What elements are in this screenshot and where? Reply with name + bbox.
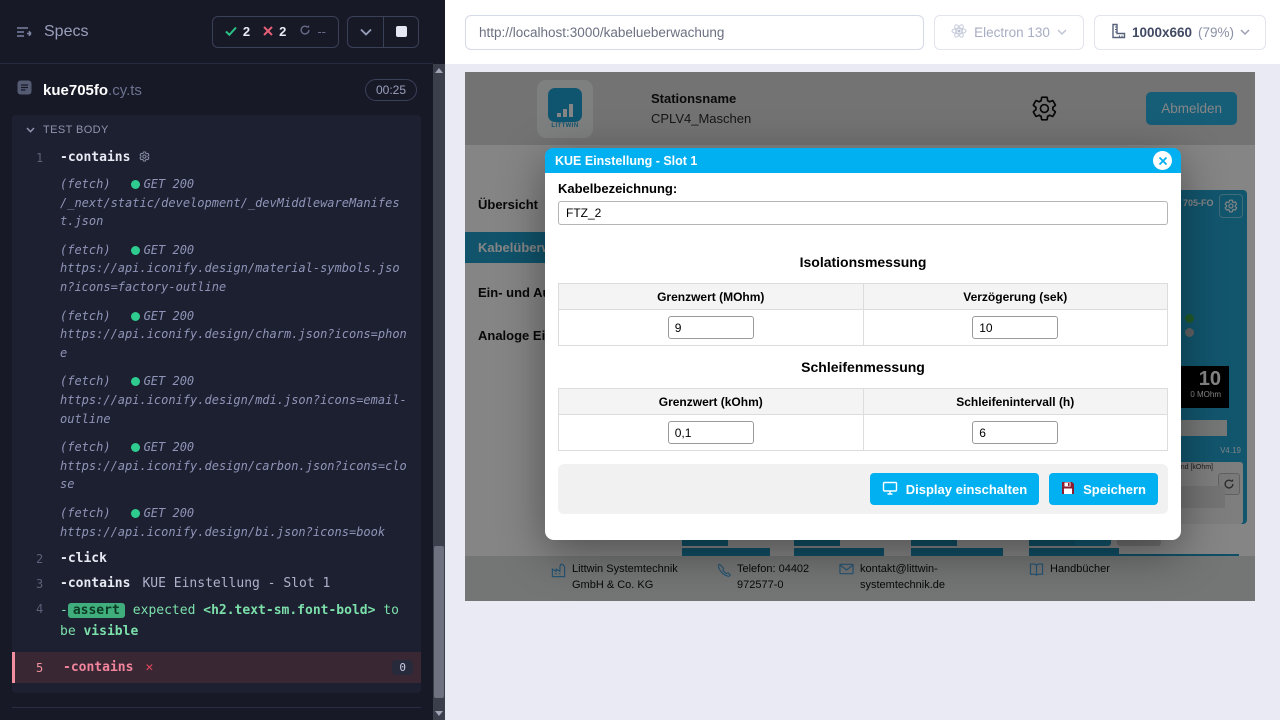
gear-icon — [139, 151, 150, 162]
assert-badge: assert — [68, 603, 125, 618]
command-row[interactable]: 1 -contains — [12, 145, 421, 170]
stat-passed: 2 — [225, 24, 250, 39]
fetch-log[interactable]: (fetch)GET 200 https://api.iconify.desig… — [12, 302, 421, 368]
viewport-selector[interactable]: 1000x660 (79%) — [1094, 15, 1266, 50]
cable-name-input[interactable] — [558, 201, 1168, 225]
column-header: Grenzwert (kOhm) — [559, 389, 864, 415]
stat-pending: -- — [299, 24, 326, 39]
test-body-toggle[interactable]: TEST BODY — [12, 115, 421, 145]
aut-panel: Electron 130 1000x660 (79%) LITTWIN — [445, 0, 1280, 720]
cable-name-label: Kabelbezeichnung: — [558, 181, 1168, 196]
modal-footer: Display einschalten Speichern — [558, 464, 1168, 514]
fetch-log[interactable]: (fetch)GET 200 https://api.iconify.desig… — [12, 499, 421, 546]
status-dot — [131, 180, 140, 189]
scroll-down-icon[interactable] — [435, 711, 443, 716]
run-controls — [347, 16, 419, 48]
scrollbar-thumb[interactable] — [434, 546, 444, 698]
column-header: Grenzwert (MOhm) — [559, 284, 864, 310]
specs-menu-icon — [16, 25, 34, 39]
column-header: Schleifenintervall (h) — [863, 389, 1168, 415]
iso-limit-input[interactable] — [668, 316, 754, 339]
refresh-icon — [299, 24, 311, 39]
aut-toolbar: Electron 130 1000x660 (79%) — [445, 0, 1280, 64]
modal-header: KUE Einstellung - Slot 1 — [545, 148, 1181, 173]
fail-x-icon: ✕ — [145, 660, 153, 675]
collapse-button[interactable] — [348, 17, 383, 47]
reporter-header: Specs 2 2 -- — [0, 0, 433, 64]
chevron-down-icon — [26, 124, 35, 136]
fetch-log[interactable]: (fetch)GET 200 https://api.iconify.desig… — [12, 367, 421, 433]
cross-icon — [263, 24, 273, 39]
column-header: Verzögerung (sek) — [863, 284, 1168, 310]
status-dot — [131, 246, 140, 255]
status-dot — [131, 312, 140, 321]
monitor-icon — [882, 481, 898, 498]
chevron-down-icon — [360, 23, 372, 41]
modal-title: KUE Einstellung - Slot 1 — [555, 154, 697, 168]
reporter-scrollbar[interactable] — [433, 64, 445, 720]
command-row-failed[interactable]: 5 -contains✕0 — [12, 652, 421, 683]
specs-menu-button[interactable]: Specs — [16, 23, 88, 41]
retry-count-badge: 0 — [392, 660, 413, 675]
spec-file-icon — [16, 79, 33, 101]
isolation-table: Grenzwert (MOhm) Verzögerung (sek) — [558, 283, 1168, 346]
divider — [12, 707, 421, 708]
loop-limit-input[interactable] — [668, 421, 754, 444]
specs-title: Specs — [44, 23, 88, 41]
fetch-log[interactable]: (fetch)GET 200 /_next/static/development… — [12, 170, 421, 236]
ruler-icon — [1110, 23, 1126, 42]
test-stats: 2 2 -- — [212, 16, 339, 48]
close-icon[interactable] — [1153, 151, 1172, 170]
floppy-disk-icon — [1061, 481, 1075, 498]
status-dot — [131, 509, 140, 518]
fetch-log[interactable]: (fetch)GET 200 https://api.iconify.desig… — [12, 236, 421, 302]
stop-icon — [396, 26, 407, 37]
display-on-button[interactable]: Display einschalten — [870, 473, 1039, 505]
aut-viewport: LITTWIN Stationsname CPLV4_Maschen Abmel… — [445, 64, 1280, 720]
save-button[interactable]: Speichern — [1049, 473, 1158, 505]
stat-failed: 2 — [263, 24, 286, 39]
fetch-log[interactable]: (fetch)GET 200 https://api.iconify.desig… — [12, 433, 421, 499]
status-dot — [131, 377, 140, 386]
command-row[interactable]: 3 -containsKUE Einstellung - Slot 1 — [12, 571, 421, 596]
stop-button[interactable] — [383, 17, 418, 47]
isolation-section-title: Isolationsmessung — [558, 254, 1168, 270]
loop-interval-input[interactable] — [972, 421, 1058, 444]
spec-duration-badge: 00:25 — [365, 79, 417, 101]
scroll-up-icon[interactable] — [435, 68, 443, 73]
command-row[interactable]: 2 -click — [12, 546, 421, 571]
url-input[interactable] — [465, 15, 924, 50]
chevron-down-icon — [1057, 29, 1067, 36]
kue-settings-modal: KUE Einstellung - Slot 1 Kabelbezeichnun… — [545, 148, 1181, 540]
loop-section-title: Schleifenmessung — [558, 359, 1168, 375]
command-log: TEST BODY 1 -contains (fetch)GET 200 /_n… — [12, 115, 421, 693]
electron-icon — [951, 23, 967, 42]
status-dot — [131, 443, 140, 452]
iso-delay-input[interactable] — [972, 316, 1058, 339]
spec-row[interactable]: kue705fo.cy.ts 00:25 — [0, 64, 433, 111]
browser-selector[interactable]: Electron 130 — [934, 15, 1084, 50]
chevron-down-icon — [1240, 29, 1250, 36]
check-icon — [225, 24, 237, 39]
loop-table: Grenzwert (kOhm) Schleifenintervall (h) — [558, 388, 1168, 451]
cypress-reporter: Specs 2 2 -- — [0, 0, 445, 720]
screenshot-root: Specs 2 2 -- — [0, 0, 1280, 720]
command-row-assert[interactable]: 4 -assertexpected <h2.text-sm.font-bold>… — [12, 596, 421, 648]
spec-name: kue705fo.cy.ts — [43, 82, 142, 99]
